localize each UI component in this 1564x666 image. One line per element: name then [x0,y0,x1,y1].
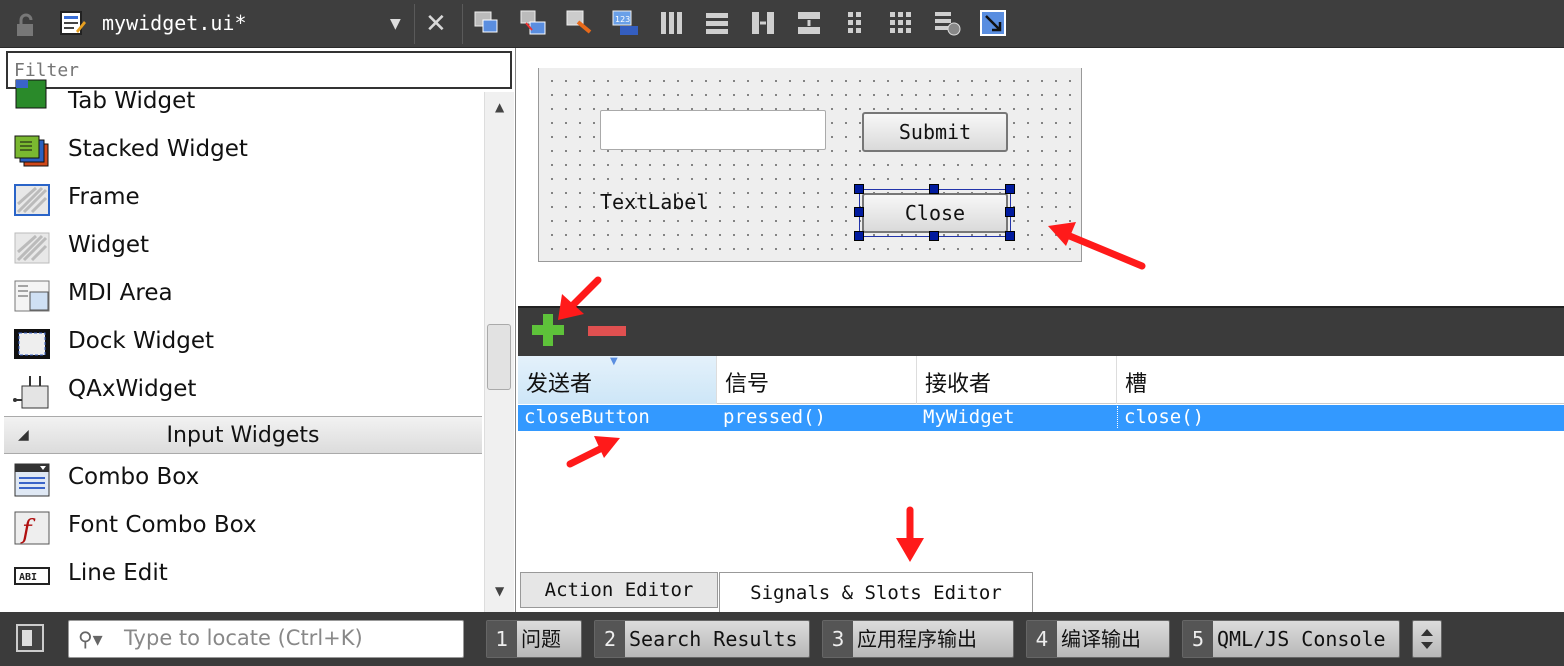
widget-item-line-edit[interactable]: ABI Line Edit [10,552,480,600]
widget-item-widget[interactable]: Widget [10,224,480,272]
sort-indicator-icon: ▼ [610,356,618,367]
more-panes-button[interactable] [1412,620,1442,658]
sidebar-icon [22,630,32,646]
widget-item-mdi-area[interactable]: MDI Area [10,272,480,320]
resize-handle[interactable] [929,184,939,194]
mdi-area-icon [14,280,50,312]
annotation-arrow [566,436,620,468]
scroll-down-icon[interactable]: ▼ [495,584,504,598]
cell-slot[interactable]: close() [1117,406,1204,428]
edit-buddies-icon[interactable] [564,8,594,38]
resize-handle[interactable] [854,184,864,194]
close-document-icon[interactable]: ✕ [425,9,447,39]
annotation-arrow [1048,222,1146,270]
edit-widgets-icon[interactable] [472,8,502,38]
widget-item-font-combo-box[interactable]: f Font Combo Box [10,504,480,552]
layout-form-icon[interactable] [840,8,870,38]
tab-action-editor[interactable]: Action Editor [520,572,718,608]
widget-item-combo-box[interactable]: Combo Box [10,456,480,504]
widget-item-dock-widget[interactable]: Dock Widget [10,320,480,368]
resize-handle[interactable] [854,207,864,217]
output-pane-issues[interactable]: 1 问题 [486,620,582,658]
qaxwidget-icon [13,376,49,409]
cell-sender[interactable]: closeButton [518,406,650,428]
widget-item-tab-widget[interactable]: Tab Widget [10,79,480,128]
scrollbar-thumb[interactable] [487,324,511,390]
break-layout-icon[interactable] [932,8,962,38]
scroll-up-icon[interactable]: ▲ [495,100,504,114]
annotation-arrow [558,276,602,320]
svg-text:ABI: ABI [19,572,37,583]
column-header-slot[interactable]: 槽 [1117,356,1564,404]
lock-icon[interactable] [14,12,40,38]
line-edit-icon: ABI [14,567,50,585]
up-down-chevron-icon [1421,629,1433,649]
signal-slot-toolbar [518,306,1564,356]
font-combo-box-icon: f [14,511,50,545]
layout-grid-icon[interactable] [886,8,916,38]
locator-placeholder: Type to locate (Ctrl+K) [124,626,363,650]
resize-handle[interactable] [929,231,939,241]
document-dropdown-icon[interactable]: ▼ [390,16,401,32]
ui-file-icon [60,11,86,35]
table-row[interactable] [518,405,1564,431]
resize-handle[interactable] [1005,231,1015,241]
layout-horizontal-splitter-icon[interactable] [748,8,778,38]
resize-handle[interactable] [854,231,864,241]
frame-icon [14,184,50,216]
svg-text:123: 123 [615,15,630,24]
toolbar-separator [414,4,415,44]
toolbar-separator [462,4,463,44]
widget-item-qaxwidget[interactable]: QAxWidget [10,368,480,416]
tab-widget-icon [15,79,47,109]
output-pane-application-output[interactable]: 3 应用程序输出 [822,620,1014,658]
layout-vertical-splitter-icon[interactable] [794,8,824,38]
adjust-size-icon[interactable] [978,8,1008,38]
search-icon: ⚲▾ [78,627,103,651]
layout-horizontal-icon[interactable] [656,8,686,38]
form-text-label[interactable]: TextLabel [600,190,708,214]
output-pane-compile-output[interactable]: 4 编译输出 [1026,620,1170,658]
layout-vertical-icon[interactable] [702,8,732,38]
widget-icon [14,232,50,264]
resize-handle[interactable] [1005,207,1015,217]
form-close-button[interactable]: Close [862,193,1008,233]
category-input-widgets[interactable]: ◢ Input Widgets [4,416,482,454]
column-header-signal[interactable]: 信号 [717,356,917,404]
dock-widget-icon [14,329,50,359]
cell-receiver[interactable]: MyWidget [917,406,1015,428]
tab-signals-slots-editor[interactable]: Signals & Slots Editor [719,572,1033,612]
widget-item-frame[interactable]: Frame [10,176,480,224]
edit-signals-slots-icon[interactable] [518,8,548,38]
form-submit-button[interactable]: Submit [862,112,1008,152]
edit-tab-order-icon[interactable]: 123 [610,8,640,38]
combo-box-icon [14,463,50,497]
column-header-receiver[interactable]: 接收者 [917,356,1117,404]
annotation-arrow [896,506,924,562]
resize-handle[interactable] [1005,184,1015,194]
form-line-edit[interactable] [600,110,826,150]
stacked-widget-icon [14,135,49,167]
output-pane-qml-js-console[interactable]: 5 QML/JS Console [1182,620,1400,658]
document-title[interactable]: mywidget.ui* [102,11,247,35]
cell-signal[interactable]: pressed() [717,406,826,428]
widget-box-scrollbar[interactable]: ▲ ▼ [484,92,514,612]
output-pane-search-results[interactable]: 2 Search Results [594,620,810,658]
widget-item-stacked-widget[interactable]: Stacked Widget [10,128,480,176]
